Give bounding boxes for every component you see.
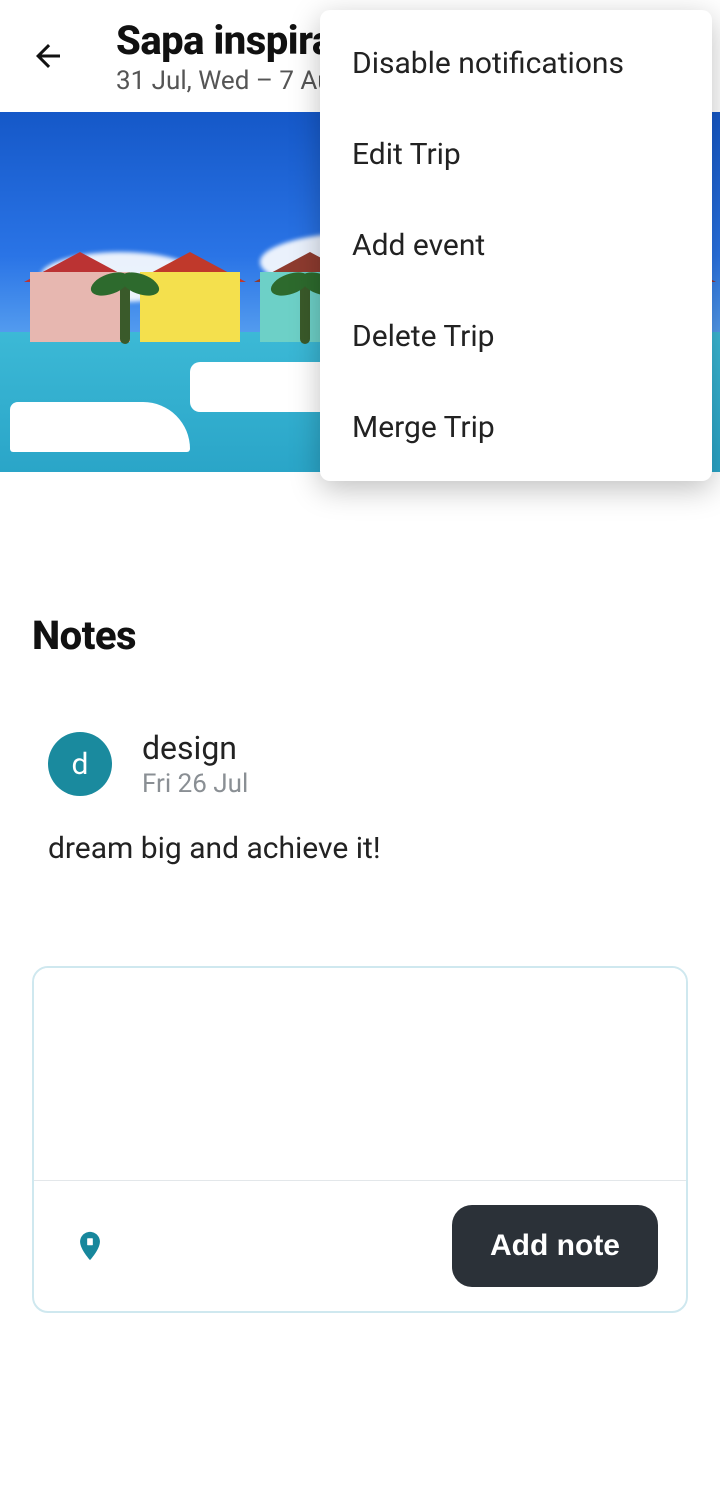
note-compose-card: Add note: [32, 966, 688, 1313]
note-author: design: [142, 729, 248, 767]
add-note-button[interactable]: Add note: [452, 1205, 658, 1287]
notes-section: Notes d design Fri 26 Jul dream big and …: [0, 612, 720, 1313]
menu-item-delete-trip[interactable]: Delete Trip: [320, 291, 712, 382]
note-header: d design Fri 26 Jul: [48, 729, 672, 799]
back-button[interactable]: [20, 28, 76, 84]
note-item: d design Fri 26 Jul dream big and achiev…: [32, 729, 688, 926]
arrow-left-icon: [30, 38, 66, 74]
menu-item-add-event[interactable]: Add event: [320, 200, 712, 291]
menu-item-edit-trip[interactable]: Edit Trip: [320, 109, 712, 200]
menu-item-merge-trip[interactable]: Merge Trip: [320, 382, 712, 473]
menu-item-disable-notifications[interactable]: Disable notifications: [320, 18, 712, 109]
avatar: d: [48, 732, 112, 796]
note-body: dream big and achieve it!: [48, 831, 672, 866]
notes-heading: Notes: [32, 612, 688, 659]
location-pin-icon[interactable]: [70, 1222, 110, 1270]
note-actions: Add note: [34, 1180, 686, 1311]
note-meta: design Fri 26 Jul: [142, 729, 248, 799]
note-date: Fri 26 Jul: [142, 769, 248, 799]
note-input[interactable]: [34, 968, 686, 1176]
overflow-menu: Disable notifications Edit Trip Add even…: [320, 10, 712, 481]
